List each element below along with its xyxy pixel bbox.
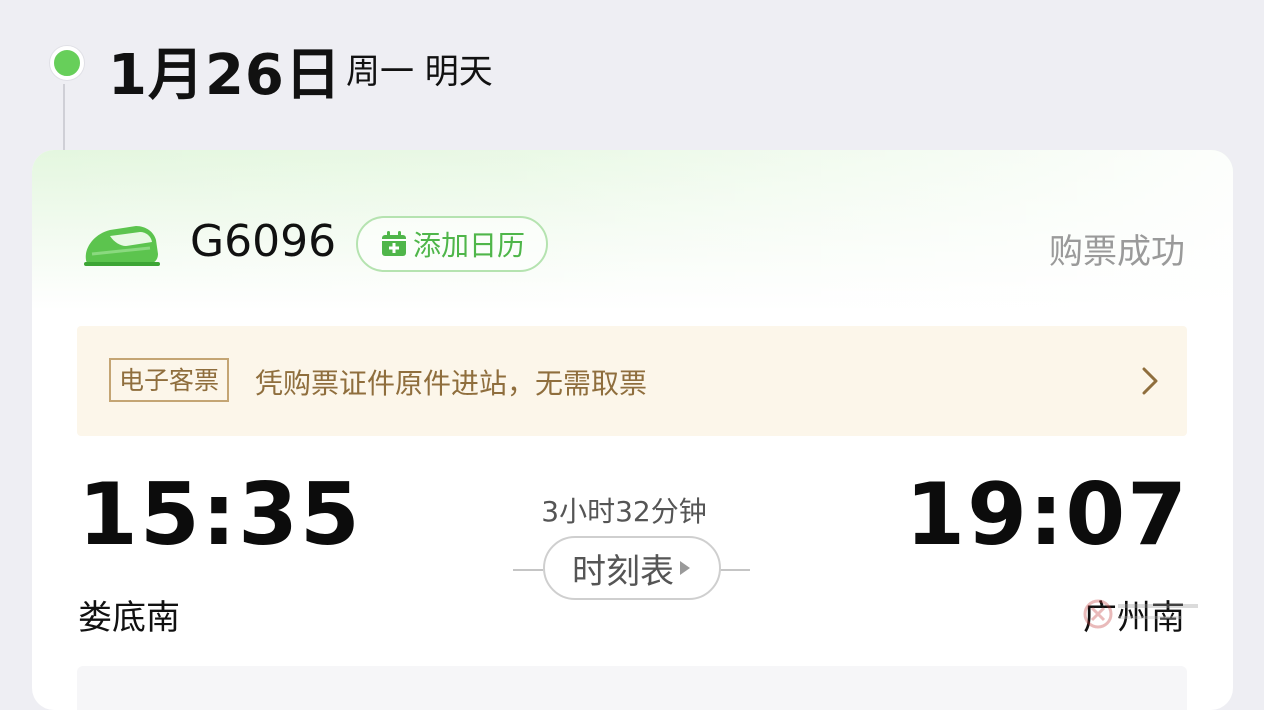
add-calendar-label: 添加日历 xyxy=(412,229,525,262)
timeline-dot-icon xyxy=(50,46,84,80)
trip-date: 1月26日 xyxy=(108,43,342,108)
arrival-time: 19:07 xyxy=(905,465,1189,565)
schedule-connector-right xyxy=(720,569,750,571)
add-calendar-button[interactable]: 添加日历 xyxy=(356,216,548,272)
schedule-label: 时刻表 xyxy=(572,551,674,592)
watermark-logo xyxy=(1083,599,1198,629)
bottom-info-strip xyxy=(77,666,1187,710)
departure-station: 娄底南 xyxy=(78,598,180,638)
e-ticket-text: 凭购票证件原件进站，无需取票 xyxy=(255,367,648,400)
train-icon xyxy=(84,226,160,266)
purchase-status: 购票成功 xyxy=(1049,232,1185,272)
e-ticket-notice[interactable]: 电子客票 凭购票证件原件进站，无需取票 xyxy=(77,326,1187,436)
calendar-add-icon xyxy=(381,231,406,256)
schedule-button[interactable]: 时刻表 xyxy=(543,536,721,600)
schedule-connector-left xyxy=(513,569,543,571)
train-number: G6096 xyxy=(190,216,337,267)
trip-weekday: 周一 明天 xyxy=(346,52,493,92)
trip-card[interactable]: G6096 添加日历 购票成功 电子客票 凭购票证件原件进站，无需取票 15:3… xyxy=(32,150,1233,710)
timeline-line xyxy=(63,84,65,154)
chevron-right-icon xyxy=(1142,367,1158,395)
e-ticket-badge: 电子客票 xyxy=(109,358,230,402)
play-triangle-icon xyxy=(680,561,690,575)
